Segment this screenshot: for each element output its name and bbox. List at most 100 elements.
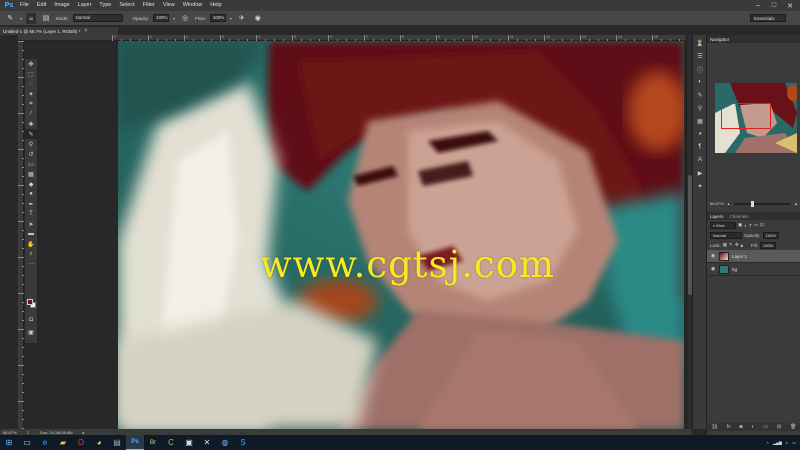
layer-row[interactable]: ◉ bg <box>707 263 800 276</box>
lock-all-icon[interactable]: 🔒︎ <box>741 243 743 248</box>
photoshop-taskbar-icon[interactable]: Ps <box>126 435 144 450</box>
eraser-tool-icon[interactable]: ▭ <box>25 159 37 169</box>
menu-window[interactable]: Window <box>179 0 207 11</box>
swatches-icon[interactable]: ▦ <box>694 116 706 126</box>
adjustments-icon[interactable]: ◐ <box>694 77 706 87</box>
quick-mask-icon[interactable]: ◘ <box>25 315 37 325</box>
lock-pixels-icon[interactable]: ✎ <box>729 242 733 248</box>
app-icon[interactable]: ▤ <box>108 435 126 450</box>
screen-mode-icon[interactable]: ▣ <box>25 327 37 337</box>
styles-icon[interactable]: ✦ <box>694 181 706 191</box>
close-icon[interactable]: ✕ <box>782 0 798 11</box>
clone-source-icon[interactable]: ⚲ <box>694 103 706 113</box>
mode-select[interactable]: Normal <box>72 14 123 22</box>
gradient-tool-icon[interactable]: ▦ <box>25 169 37 179</box>
lock-position-icon[interactable]: ✥ <box>735 242 739 248</box>
clone-stamp-tool-icon[interactable]: ⚲ <box>25 139 37 149</box>
canvas-area[interactable]: www.cgtsj.com <box>24 41 686 429</box>
info-icon[interactable]: ⓘ <box>694 64 706 74</box>
smart-object-filter-icon[interactable]: ⊡ <box>760 222 764 228</box>
chrome-icon[interactable]: ◕ <box>90 435 108 450</box>
crop-tool-icon[interactable]: ⌗ <box>25 99 37 109</box>
menu-view[interactable]: View <box>159 0 179 11</box>
close-icon[interactable]: × <box>84 28 87 34</box>
menu-filter[interactable]: Filter <box>139 0 159 11</box>
layer-style-icon[interactable]: fx <box>727 424 731 430</box>
pixel-filter-icon[interactable]: ▣ <box>738 222 742 228</box>
opera-icon[interactable]: O <box>72 435 90 450</box>
maximize-icon[interactable]: □ <box>766 0 782 11</box>
brush-size-preset[interactable]: 36 <box>26 12 37 24</box>
menu-type[interactable]: Type <box>95 0 115 11</box>
close-app-icon[interactable]: ✕ <box>198 435 216 450</box>
pressure-size-icon[interactable]: ◉ <box>252 13 264 24</box>
blend-mode-select[interactable]: Normal <box>710 231 742 239</box>
kind-filter-select[interactable]: ⌕ Kind <box>710 221 736 229</box>
layer-row[interactable]: ◉ Layer 1 <box>707 250 800 263</box>
layer-name[interactable]: bg <box>732 267 737 272</box>
pressure-opacity-icon[interactable]: ◎ <box>179 13 191 24</box>
airbrush-icon[interactable]: ✈ <box>236 13 248 24</box>
new-layer-icon[interactable]: ⊞ <box>777 424 781 430</box>
trash-icon[interactable]: 🗑︎ <box>790 424 796 430</box>
camtasia-icon[interactable]: C <box>162 435 180 450</box>
foreground-color-swatch[interactable] <box>27 299 33 305</box>
lock-transparent-icon[interactable]: ▦ <box>723 242 727 248</box>
chevron-down-icon[interactable]: ▾ <box>173 16 175 21</box>
start-icon[interactable]: ⊞ <box>0 435 18 450</box>
layer-name[interactable]: Layer 1 <box>732 254 747 259</box>
layer-mask-icon[interactable]: ◙ <box>740 424 743 430</box>
opacity-field[interactable]: 100% <box>153 14 170 22</box>
painting-canvas[interactable] <box>118 41 684 429</box>
chevron-right-icon[interactable]: ▸ <box>83 430 85 435</box>
navigator-thumbnail[interactable] <box>715 83 797 153</box>
lasso-tool-icon[interactable]: ◌ <box>25 79 37 89</box>
move-tool-icon[interactable]: ✥ <box>25 59 37 69</box>
flow-field[interactable]: 100% <box>209 14 226 22</box>
chevron-down-icon[interactable]: ▾ <box>230 16 232 21</box>
brush-panel-icon[interactable]: ▤ <box>40 13 52 24</box>
history-brush-tool-icon[interactable]: ↺ <box>25 149 37 159</box>
marquee-tool-icon[interactable]: ⬚ <box>25 69 37 79</box>
network-icon[interactable]: ▂▄▆ <box>773 440 782 445</box>
type-tool-icon[interactable]: T <box>25 209 37 219</box>
quick-select-tool-icon[interactable]: ✦ <box>25 89 37 99</box>
layer-opacity-field[interactable]: 100% <box>762 231 779 239</box>
menu-file[interactable]: File <box>16 0 33 11</box>
illustrator-icon[interactable]: Br <box>144 435 162 450</box>
healing-brush-tool-icon[interactable]: ✚ <box>25 119 37 129</box>
brush-tool-icon[interactable]: ✎ <box>25 129 37 139</box>
adjustment-layer-icon[interactable]: ◐ <box>751 424 754 430</box>
shape-filter-icon[interactable]: ▭ <box>754 222 758 228</box>
tab-navigator[interactable]: Navigator <box>710 37 729 42</box>
tab-layers[interactable]: Layers <box>710 214 724 219</box>
menu-edit[interactable]: Edit <box>33 0 50 11</box>
link-layers-icon[interactable]: ⛓ <box>711 424 717 430</box>
zoom-out-icon[interactable]: ▴ <box>728 201 730 206</box>
share-icon[interactable]: ⇪ <box>27 430 30 435</box>
brush-tool-icon[interactable]: ✎ <box>4 13 16 24</box>
shape-tool-icon[interactable]: ▬ <box>25 229 37 239</box>
volume-icon[interactable]: 🔈︎ <box>786 440 788 445</box>
chat-icon[interactable]: ◍ <box>216 435 234 450</box>
zoom-tool-icon[interactable]: ⌕ <box>25 249 37 259</box>
menu-layer[interactable]: Layer <box>74 0 96 11</box>
more-tools-icon[interactable]: ··· <box>25 259 37 269</box>
actions-icon[interactable]: ▶ <box>694 168 706 178</box>
fill-field[interactable]: 100% <box>760 241 776 249</box>
notification-icon[interactable]: ▭ <box>792 440 796 445</box>
media-icon[interactable]: ▣ <box>180 435 198 450</box>
type-filter-icon[interactable]: T <box>749 223 752 228</box>
adjustment-filter-icon[interactable]: ◐ <box>744 223 747 228</box>
eye-icon[interactable]: ◉ <box>710 253 716 259</box>
task-view-icon[interactable]: ▭ <box>18 435 36 450</box>
tab-channels[interactable]: Channels <box>730 214 749 219</box>
character-icon[interactable]: A <box>694 155 706 165</box>
chevron-down-icon[interactable]: ▾ <box>20 16 22 21</box>
color-icon[interactable]: ◕ <box>694 129 706 139</box>
group-icon[interactable]: ▭ <box>763 424 768 430</box>
blur-tool-icon[interactable]: ◆ <box>25 179 37 189</box>
eyedropper-tool-icon[interactable]: ⁄ <box>25 109 37 119</box>
pen-tool-icon[interactable]: ✒ <box>25 199 37 209</box>
skype-icon[interactable]: S <box>234 435 252 450</box>
